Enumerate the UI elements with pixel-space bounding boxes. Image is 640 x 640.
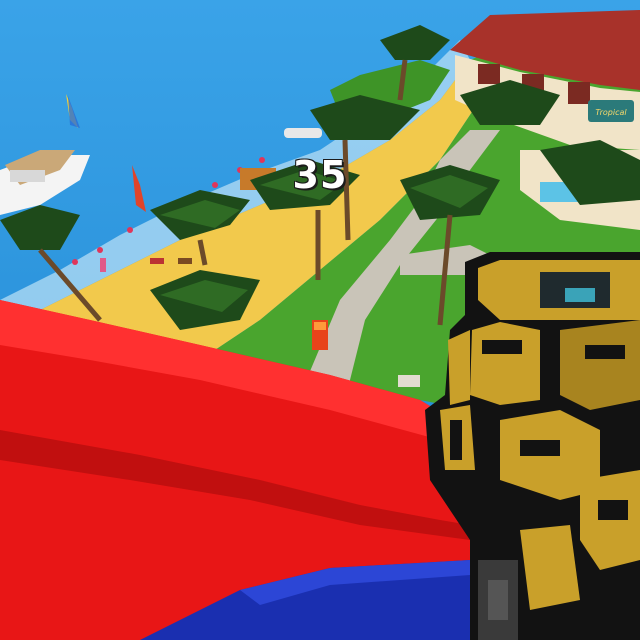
beach-towel [150, 258, 164, 264]
game-scene: Tropical [0, 0, 640, 640]
shop-sign-text: Tropical [595, 108, 627, 117]
rock [398, 375, 420, 387]
beach-bench [178, 258, 192, 264]
resort-window [568, 82, 590, 104]
enemy-player-head [314, 322, 326, 330]
yacht-cabin [10, 170, 45, 182]
resort-window [478, 64, 500, 84]
ammo-counter: 35 [292, 153, 348, 197]
beach-item [100, 258, 106, 272]
motorboat [284, 128, 322, 138]
game-viewport[interactable]: Tropical 35 [0, 0, 640, 640]
